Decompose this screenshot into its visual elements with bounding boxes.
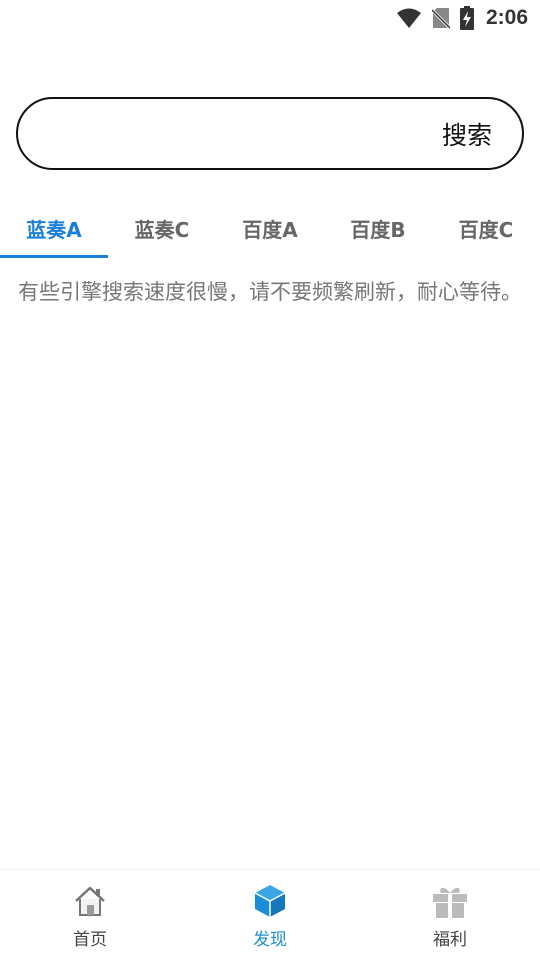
- home-icon: [72, 883, 108, 919]
- nav-label-home: 首页: [73, 930, 107, 950]
- search-notice: 有些引擎搜索速度很慢，请不要频繁刷新，耐心等待。: [18, 280, 522, 304]
- nav-item-welfare[interactable]: 福利: [360, 870, 540, 960]
- nav-label-welfare: 福利: [433, 930, 467, 950]
- tab-lanzou-c[interactable]: 蓝奏C: [108, 198, 216, 258]
- nav-item-home[interactable]: 首页: [0, 870, 180, 960]
- battery-charging-icon: [459, 6, 474, 30]
- tab-baidu-b[interactable]: 百度B: [324, 198, 432, 258]
- cube-icon: [252, 883, 288, 919]
- search-input[interactable]: [46, 113, 426, 154]
- engine-tabs: 蓝奏A 蓝奏C 百度A 百度B 百度C: [0, 198, 540, 258]
- search-button[interactable]: 搜索: [442, 115, 492, 153]
- no-sim-icon: [431, 7, 450, 29]
- status-icons: 2:06: [396, 6, 528, 30]
- gift-icon: [432, 883, 468, 919]
- clock: 2:06: [485, 6, 528, 29]
- wifi-icon: [396, 7, 422, 29]
- tab-baidu-a[interactable]: 百度A: [216, 198, 324, 258]
- search-bar: 搜索: [16, 97, 524, 170]
- nav-item-discover[interactable]: 发现: [180, 870, 360, 960]
- status-bar: 2:06: [0, 0, 540, 36]
- bottom-nav: 首页 发现 福利: [0, 869, 540, 960]
- tab-lanzou-a[interactable]: 蓝奏A: [0, 198, 108, 258]
- nav-label-discover: 发现: [253, 930, 287, 950]
- tab-baidu-c[interactable]: 百度C: [432, 198, 540, 258]
